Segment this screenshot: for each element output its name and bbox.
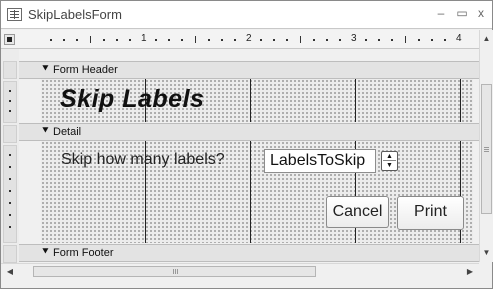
title-bar: SkipLabelsForm – ▭ x <box>1 1 492 29</box>
horizontal-scrollbar[interactable]: ◀ ▶ <box>1 263 479 279</box>
skip-labels-prompt[interactable]: Skip how many labels? <box>61 151 225 169</box>
scroll-left-icon[interactable]: ◀ <box>3 264 17 280</box>
ruler-dot <box>234 39 236 41</box>
form-header-section-bar[interactable]: ⯆ Form Header <box>19 61 479 79</box>
vertical-scrollbar[interactable]: ▲ ▼ <box>479 30 493 262</box>
ruler-dot <box>326 39 328 41</box>
ruler-dot <box>129 39 131 41</box>
scroll-down-icon[interactable]: ▼ <box>480 246 493 260</box>
scroll-up-icon[interactable]: ▲ <box>480 32 493 46</box>
ruler-dot <box>391 39 393 41</box>
ruler-mark-4: 4 <box>456 33 462 44</box>
detail-selector[interactable] <box>3 125 17 143</box>
ruler-tick <box>405 36 406 43</box>
ruler-dot <box>76 39 78 41</box>
ruler-dot <box>50 39 52 41</box>
ruler-dot <box>63 39 65 41</box>
ruler-dot <box>378 39 380 41</box>
ruler-tick <box>195 36 196 43</box>
ruler-dot <box>181 39 183 41</box>
detail-label: Detail <box>53 126 82 138</box>
maximize-button[interactable]: ▭ <box>454 6 470 20</box>
ruler-mark-2: 2 <box>246 33 252 44</box>
ruler-dot <box>221 39 223 41</box>
minimize-button[interactable]: – <box>433 6 449 20</box>
ruler-tick <box>300 36 301 43</box>
horizontal-ruler: 1 2 3 4 <box>19 30 480 49</box>
vertical-scroll-thumb[interactable] <box>481 84 492 214</box>
form-footer-section-bar[interactable]: ⯆ Form Footer <box>19 244 479 262</box>
down-arrow-icon: ⯆ <box>41 63 50 75</box>
ruler-dot <box>339 39 341 41</box>
form-footer-label: Form Footer <box>53 247 114 259</box>
ruler-dot <box>116 39 118 41</box>
spin-down-icon[interactable]: ▼ <box>383 162 396 170</box>
horizontal-scroll-thumb[interactable] <box>33 266 316 277</box>
ruler-dot <box>103 39 105 41</box>
header-ruler-selector[interactable] <box>3 81 17 123</box>
ruler-tick <box>90 36 91 43</box>
detail-section-bar[interactable]: ⯆ Detail <box>19 123 479 141</box>
cancel-button[interactable]: Cancel <box>326 196 389 228</box>
window-title: SkipLabelsForm <box>28 7 122 22</box>
form-header-label: Form Header <box>53 64 118 76</box>
ruler-dot <box>155 39 157 41</box>
ruler-mark-1: 1 <box>141 33 147 44</box>
ruler-dot <box>286 39 288 41</box>
ruler-dot <box>208 39 210 41</box>
detail-ruler-selector[interactable] <box>3 145 17 243</box>
section-selectors <box>1 49 19 263</box>
spin-up-icon[interactable]: ▲ <box>383 153 396 161</box>
form-header-selector[interactable] <box>3 61 17 79</box>
ruler-dot <box>168 39 170 41</box>
form-title[interactable]: Skip Labels <box>60 85 204 114</box>
ruler-dot <box>273 39 275 41</box>
print-button[interactable]: Print <box>397 196 464 230</box>
ruler-row: 1 2 3 4 <box>1 30 492 49</box>
form-footer-selector[interactable] <box>3 245 17 263</box>
ruler-dot <box>444 39 446 41</box>
down-arrow-icon: ⯆ <box>41 246 50 258</box>
form-icon <box>7 8 22 21</box>
ruler-mark-3: 3 <box>351 33 357 44</box>
form-design-window: SkipLabelsForm – ▭ x 1 2 3 4 ⯆ Form Head… <box>0 0 493 289</box>
ruler-dot <box>431 39 433 41</box>
ruler-dot <box>313 39 315 41</box>
scroll-right-icon[interactable]: ▶ <box>463 264 477 280</box>
ruler-dot <box>260 39 262 41</box>
ruler-dot <box>365 39 367 41</box>
down-arrow-icon: ⯆ <box>41 125 50 137</box>
form-selector[interactable] <box>4 34 15 45</box>
spin-button[interactable]: ▲ ▼ <box>381 151 398 171</box>
close-button[interactable]: x <box>473 6 489 20</box>
labels-to-skip-input[interactable]: LabelsToSkip <box>264 149 376 173</box>
ruler-dot <box>418 39 420 41</box>
